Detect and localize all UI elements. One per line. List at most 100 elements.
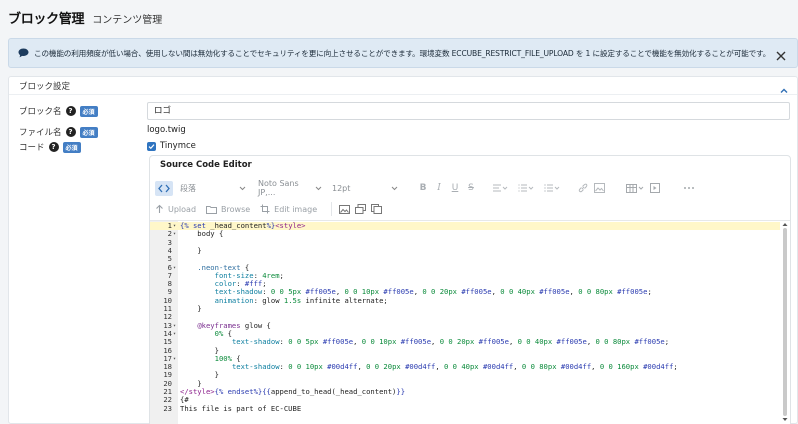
code-label-text: コード (19, 143, 45, 153)
gallery-icon[interactable] (352, 202, 368, 217)
edit-image-button[interactable]: Edit image (260, 204, 317, 214)
editor-toolbar-row1: 段落 Noto Sans JP,... 12pt B I U S (155, 179, 775, 197)
editor-title: Source Code Editor (160, 160, 252, 170)
comment-icon (17, 48, 30, 59)
source-code-button[interactable] (155, 180, 173, 196)
source-code-editor: Source Code Editor 段落 Noto Sans JP,... 1… (149, 155, 791, 424)
bold-icon[interactable]: B (415, 181, 431, 196)
crop-icon (260, 204, 270, 214)
fold-arrow-icon[interactable]: ▾ (173, 230, 176, 238)
page-title: ブロック管理 (8, 12, 85, 27)
editor-toolbar-row2: Upload Browse Edit image (155, 201, 775, 217)
scrollbar-thumb[interactable] (783, 228, 787, 416)
code-line[interactable]: 13 ▾ @keyframes glow { (150, 321, 780, 330)
file-name-value: logo.twig (147, 125, 186, 135)
chevron-up-icon[interactable] (779, 81, 789, 93)
underline-icon[interactable]: U (447, 181, 463, 196)
scroll-up-icon (782, 223, 788, 226)
block-format-value: 段落 (180, 183, 196, 193)
browse-label: Browse (221, 204, 251, 214)
code-text: </style>{% endset%}{{append_to_head(_hea… (180, 387, 406, 396)
tinymce-checkbox[interactable]: Tinymce (147, 141, 196, 151)
file-name-label: ファイル名 ? 必須 (19, 126, 98, 138)
code-line[interactable]: 11 } (150, 304, 780, 313)
help-icon[interactable]: ? (48, 142, 59, 152)
fold-arrow-icon[interactable]: ▾ (173, 322, 176, 330)
code-line[interactable]: 10 animation: glow 1.5s infinite alterna… (150, 295, 780, 305)
block-name-label-text: ブロック名 (19, 107, 62, 117)
picture-icon[interactable] (336, 202, 352, 217)
alert-message: この機能の利用頻度が低い場合、使用しない間は無効化することでセキュリティを更に向… (34, 48, 771, 58)
browse-button[interactable]: Browse (206, 205, 250, 214)
align-icon[interactable] (487, 181, 513, 196)
upload-icon (156, 204, 163, 213)
code-line[interactable]: 19 } (150, 371, 780, 380)
numbered-list-icon[interactable] (513, 181, 539, 196)
info-alert: この機能の利用頻度が低い場合、使用しない間は無効化することでセキュリティを更に向… (8, 38, 798, 68)
chevron-down-icon (391, 184, 398, 193)
vertical-scrollbar[interactable] (782, 222, 788, 422)
code-line[interactable]: 4 } (150, 245, 780, 255)
required-badge: 必須 (79, 126, 98, 138)
chevron-down-icon (315, 184, 322, 193)
code-line[interactable]: 21 </style>{% endset%}{{append_to_head(_h… (150, 387, 780, 396)
fold-arrow-icon[interactable]: ▾ (173, 264, 176, 272)
image-icon[interactable] (591, 181, 607, 196)
code-text: text-shadow: 0 0 5px #ff005e, 0 0 10px #… (231, 337, 670, 347)
scroll-down-icon (782, 418, 788, 421)
font-family-select[interactable]: Noto Sans JP,... (255, 179, 325, 197)
help-icon[interactable]: ? (65, 127, 76, 137)
line-number: 23 (163, 403, 172, 413)
page-header: ブロック管理 コンテンツ管理 (0, 0, 798, 32)
required-badge: 必須 (62, 141, 81, 153)
code-text: animation: glow 1.5s infinite alternate; (214, 295, 388, 305)
tinymce-label: Tinymce (160, 141, 196, 151)
close-icon[interactable] (775, 47, 787, 61)
code-text: } (180, 245, 202, 255)
block-format-select[interactable]: 段落 (177, 181, 249, 196)
code-text: body { (180, 229, 224, 239)
file-name-label-text: ファイル名 (19, 128, 62, 138)
upload-label: Upload (168, 204, 197, 214)
font-size-value: 12pt (332, 183, 351, 193)
font-size-select[interactable]: 12pt (329, 181, 401, 196)
strikethrough-icon[interactable]: S (463, 181, 479, 196)
upload-button[interactable]: Upload (155, 204, 196, 214)
italic-icon[interactable]: I (431, 181, 447, 196)
copy-icon[interactable] (368, 202, 384, 217)
code-line[interactable]: 16 } (150, 346, 780, 355)
table-icon[interactable] (623, 181, 647, 196)
block-settings-card: ブロック設定 ブロック名 ? 必須 ロゴ ファイル名 ? 必須 logo.twi… (8, 76, 798, 424)
media-icon[interactable] (647, 181, 663, 196)
link-icon[interactable] (575, 181, 591, 196)
chevron-down-icon (239, 184, 246, 193)
more-icon[interactable] (681, 181, 697, 196)
edit-image-label: Edit image (274, 204, 318, 214)
fold-arrow-icon[interactable]: ▾ (173, 355, 176, 363)
code-line[interactable]: 3 (150, 238, 780, 247)
code-area[interactable]: 1 ▾ {% set _head_content%}<style> 2 ▾ body {… (150, 220, 790, 424)
code-text: This file is part of EC-CUBE (180, 403, 302, 413)
required-badge: 必須 (79, 105, 98, 117)
code-line[interactable]: 15 text-shadow: 0 0 5px #ff005e, 0 0 10p… (150, 337, 780, 347)
code-line[interactable]: 23 This file is part of EC-CUBE (150, 403, 780, 413)
block-name-label: ブロック名 ? 必須 (19, 105, 98, 117)
code-label: コード ? 必須 (19, 141, 81, 153)
code-text: text-shadow: 0 0 10px #00d4ff, 0 0 20px … (231, 362, 678, 372)
font-family-value: Noto Sans JP,... (258, 179, 299, 197)
checkbox-checked-icon[interactable] (147, 141, 156, 151)
breadcrumb: コンテンツ管理 (92, 15, 163, 26)
block-name-input[interactable]: ロゴ (147, 102, 790, 120)
fold-arrow-icon[interactable]: ▾ (173, 222, 176, 230)
help-icon[interactable]: ? (65, 106, 76, 116)
fold-arrow-icon[interactable]: ▾ (173, 330, 176, 338)
code-line[interactable]: 2 ▾ body { (150, 229, 780, 239)
folder-icon (206, 205, 218, 214)
code-line[interactable]: 1 ▾ {% set _head_content%}<style> (150, 221, 780, 231)
card-header[interactable]: ブロック設定 (9, 77, 797, 95)
card-title: ブロック設定 (19, 81, 71, 92)
code-text: } (180, 304, 202, 313)
toolbar-divider (331, 202, 333, 216)
bullet-list-icon[interactable] (539, 181, 565, 196)
code-line[interactable]: 18 text-shadow: 0 0 10px #00d4ff, 0 0 20… (150, 362, 780, 372)
